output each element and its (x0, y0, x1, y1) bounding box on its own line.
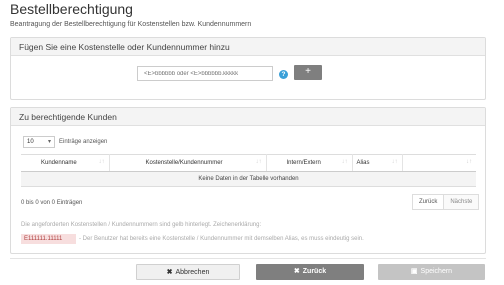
add-panel: Fügen Sie eine Kostenstelle oder Kundenn… (10, 37, 486, 100)
customers-table: Kundenname ↓↑ Kostenstelle/Kundennummer ↓↑… (21, 154, 476, 187)
sort-icon: ↓↑ (466, 159, 472, 165)
column-header-alias[interactable]: Alias ↓↑ (352, 154, 403, 172)
sort-icon: ↓↑ (391, 159, 398, 165)
pagination: Zurück Nächste (412, 194, 480, 210)
empty-table-message: Keine Daten in der Tabelle vorhanden (21, 171, 476, 187)
back-button[interactable]: ✖ Zurück (256, 264, 364, 280)
legend-note: Die angeforderten Kostenstellen / Kunden… (21, 222, 262, 228)
table-row: Keine Daten in der Tabelle vorhanden (21, 171, 476, 187)
legend-sample-badge: E111111.11111 (21, 234, 76, 244)
customers-panel-heading: Zu berechtigende Kunden (11, 108, 485, 126)
chevron-down-icon: ▾ (47, 139, 51, 145)
column-header-actions[interactable]: ↓↑ (402, 154, 476, 172)
save-button[interactable]: ▣ Speichern (378, 264, 485, 280)
save-icon: ▣ (410, 268, 418, 275)
column-label: Kostenstelle/Kundennummer (145, 160, 223, 166)
add-button[interactable]: + (294, 65, 322, 80)
column-label: Kundenname (41, 160, 77, 166)
footer-divider (10, 258, 486, 259)
column-label: Alias (356, 160, 370, 166)
page-length-label: Einträge anzeigen (59, 139, 108, 145)
sort-icon: ↓↑ (98, 159, 105, 165)
sort-icon: ↓↑ (341, 159, 348, 165)
column-header-kostenstelle[interactable]: Kostenstelle/Kundennummer ↓↑ (109, 154, 267, 172)
page-length-value: 10 (27, 139, 34, 145)
legend-sample-description: - Der Benutzer hat bereits eine Kostenst… (79, 236, 364, 242)
save-button-label: Speichern (420, 268, 453, 275)
close-icon: ✖ (166, 269, 173, 276)
close-icon: ✖ (293, 268, 300, 275)
info-icon[interactable]: ? (279, 70, 288, 79)
kostenstelle-input[interactable] (137, 66, 273, 81)
column-header-intern-extern[interactable]: Intern/Extern ↓↑ (266, 154, 353, 172)
customers-panel: Zu berechtigende Kunden 10 ▾ Einträge an… (10, 107, 486, 254)
page-title: Bestellberechtigung (10, 1, 133, 17)
page-length-select[interactable]: 10 ▾ (23, 136, 55, 148)
column-label: Intern/Extern (286, 160, 321, 166)
add-panel-heading: Fügen Sie eine Kostenstelle oder Kundenn… (11, 38, 485, 56)
previous-page-button[interactable]: Zurück (412, 194, 444, 210)
next-page-button[interactable]: Nächste (443, 194, 480, 210)
column-header-kundenname[interactable]: Kundenname ↓↑ (21, 154, 110, 172)
page-subtitle: Beantragung der Bestellberechtigung für … (10, 21, 252, 28)
cancel-button-label: Abbrechen (175, 269, 210, 276)
table-info: 0 bis 0 von 0 Einträgen (21, 200, 83, 206)
sort-icon: ↓↑ (255, 159, 262, 165)
back-button-label: Zurück (302, 268, 327, 275)
cancel-button[interactable]: ✖ Abbrechen (136, 264, 240, 280)
